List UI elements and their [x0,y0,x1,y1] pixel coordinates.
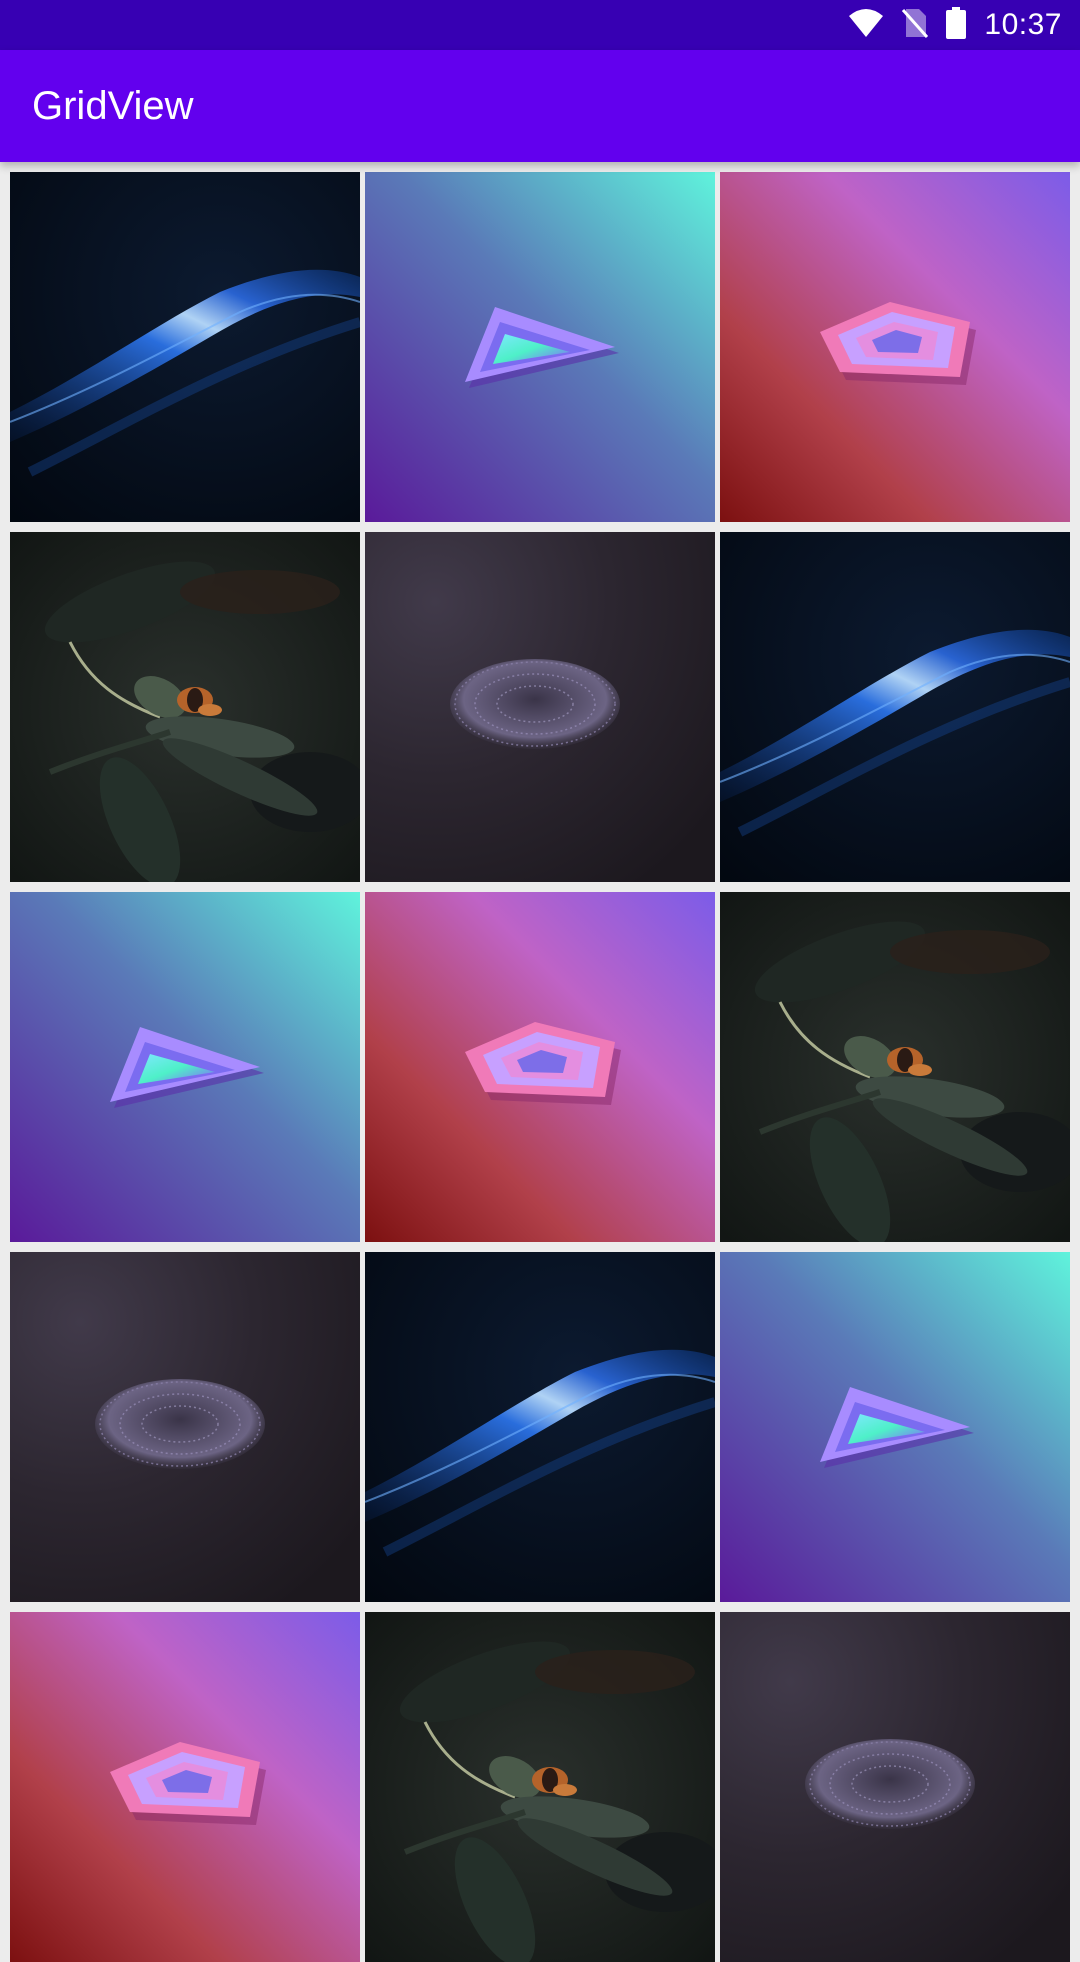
grid-item-dark-sphere[interactable] [365,532,715,882]
app-bar: GridView [0,50,1080,162]
blue-wave-image [720,532,1070,882]
teal-triangle-image [10,892,360,1242]
blue-wave-image [10,172,360,522]
grid-item-dark-sphere[interactable] [720,1612,1070,1962]
status-time: 10:37 [984,8,1062,41]
app-title: GridView [32,84,194,128]
grid-item-teal-triangle[interactable] [720,1252,1070,1602]
status-icons: 10:37 [848,0,1062,50]
status-bar: 10:37 [0,0,1080,50]
grid-item-dark-sphere[interactable] [10,1252,360,1602]
grid-item-butterfly-leaf[interactable] [365,1612,715,1962]
blue-wave-image [365,1252,715,1602]
teal-triangle-image [365,172,715,522]
grid-item-blue-wave[interactable] [720,532,1070,882]
grid-item-pink-pentagon[interactable] [10,1612,360,1962]
grid-item-teal-triangle[interactable] [365,172,715,522]
grid-item-pink-pentagon[interactable] [365,892,715,1242]
image-grid[interactable] [10,172,1070,1962]
grid-item-blue-wave[interactable] [365,1252,715,1602]
pink-pentagon-image [720,172,1070,522]
butterfly-leaf-image [10,532,360,882]
grid-item-butterfly-leaf[interactable] [10,532,360,882]
grid-item-pink-pentagon[interactable] [720,172,1070,522]
wifi-icon [848,8,884,43]
pink-pentagon-image [10,1612,360,1962]
grid-item-teal-triangle[interactable] [10,892,360,1242]
dark-sphere-image [365,532,715,882]
grid-item-butterfly-leaf[interactable] [720,892,1070,1242]
teal-triangle-image [720,1252,1070,1602]
butterfly-leaf-image [720,892,1070,1242]
no-sim-icon [902,7,929,44]
dark-sphere-image [720,1612,1070,1962]
grid-item-blue-wave[interactable] [10,172,360,522]
butterfly-leaf-image [365,1612,715,1962]
dark-sphere-image [10,1252,360,1602]
pink-pentagon-image [365,892,715,1242]
battery-icon [946,6,967,44]
